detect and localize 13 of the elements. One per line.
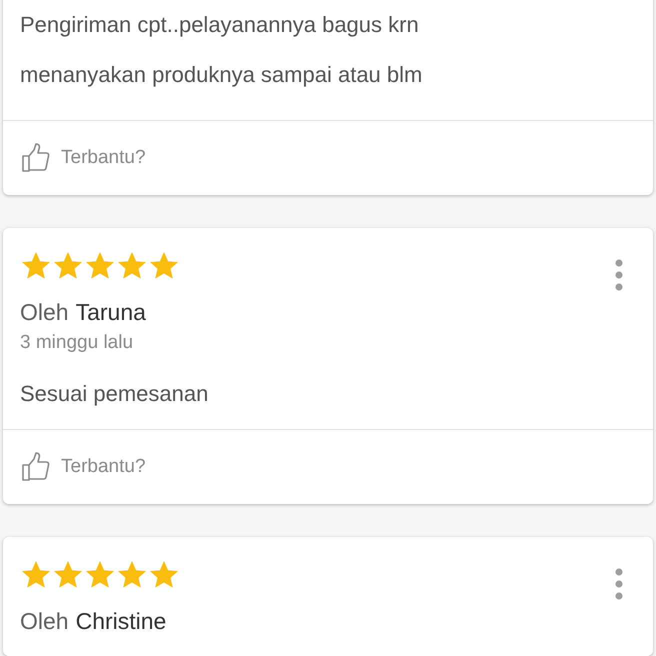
- helpful-button[interactable]: Terbantu?: [3, 121, 653, 195]
- helpful-button[interactable]: Terbantu?: [3, 430, 653, 504]
- review-time: 3 minggu lalu: [20, 331, 134, 355]
- review-text: Sesuai pemesanan: [20, 380, 210, 408]
- author-name: Christine: [76, 607, 166, 636]
- author-prefix: Oleh: [20, 607, 69, 636]
- more-options-icon[interactable]: [615, 259, 623, 291]
- review-text: Pengiriman cpt..pelayanannya bagus krn menanyakan produknya sampai atau blm: [20, 11, 424, 89]
- more-options-icon[interactable]: [615, 568, 623, 600]
- thumbs-up-icon: [21, 143, 51, 173]
- author-name: Taruna: [76, 298, 146, 327]
- author-prefix: Oleh: [20, 298, 69, 327]
- thumbs-up-icon: [21, 452, 51, 482]
